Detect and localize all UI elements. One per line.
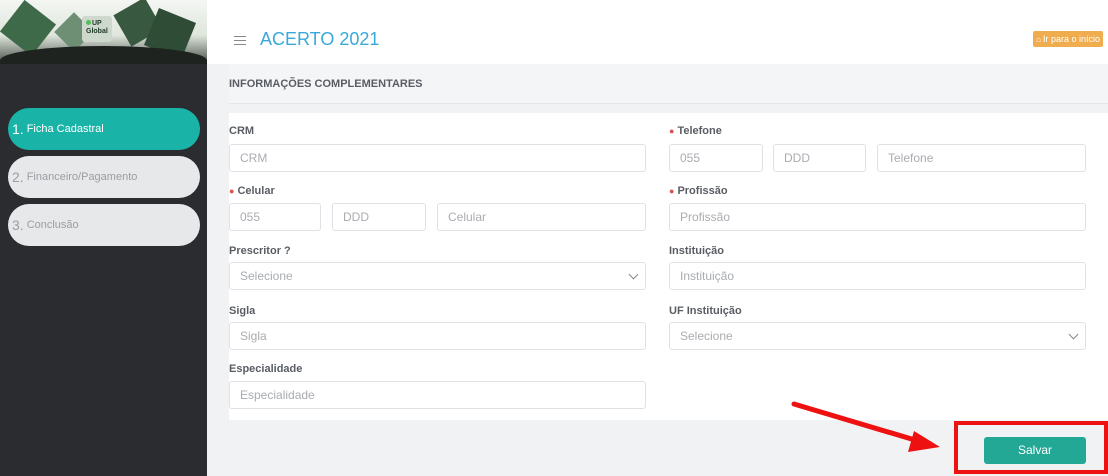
app-root: UP Global 1. Ficha Cadastral 2. Financeir… [0, 0, 1108, 476]
telefone-ddd-input[interactable]: DDD [773, 144, 866, 172]
menu-icon[interactable] [234, 36, 246, 45]
celular-label: ● Celular [229, 185, 275, 197]
step-label: Conclusão [26, 219, 79, 231]
chevron-down-icon [1068, 329, 1079, 340]
prescritor-label: Prescritor ? [229, 245, 291, 257]
step-label: Ficha Cadastral [26, 123, 104, 135]
instituicao-input[interactable]: Instituição [669, 262, 1086, 290]
prescritor-select[interactable]: Selecione [229, 262, 646, 290]
step-number: 1. [12, 121, 24, 137]
top-header: ACERTO 2021 ⌂ Ir para o início [207, 0, 1108, 64]
section-header: INFORMAÇÕES COMPLEMENTARES [229, 64, 1108, 104]
especialidade-label: Especialidade [229, 363, 303, 375]
brand-logo: UP Global [82, 16, 112, 42]
celular-ddd-input[interactable]: DDD [332, 203, 426, 231]
required-marker: ● [669, 186, 675, 196]
celular-label-text: Celular [237, 185, 275, 197]
wizard-steps: 1. Ficha Cadastral 2. Financeiro/Pagamen… [8, 108, 200, 252]
instituicao-label: Instituição [669, 245, 725, 257]
especialidade-input[interactable]: Especialidade [229, 381, 646, 409]
uf-instituicao-selected-value: Selecione [680, 329, 733, 343]
go-home-label: Ir para o início [1042, 34, 1100, 44]
highlight-annotation-box [954, 421, 1108, 474]
required-marker: ● [229, 186, 235, 196]
banner-image: UP Global [0, 0, 207, 64]
telefone-ddi-input[interactable]: 055 [669, 144, 763, 172]
profissao-label: ● Profissão [669, 185, 728, 197]
step-label: Financeiro/Pagamento [26, 171, 138, 183]
step-ficha-cadastral[interactable]: 1. Ficha Cadastral [8, 108, 200, 150]
go-home-button[interactable]: ⌂ Ir para o início [1033, 31, 1103, 47]
celular-ddi-input[interactable]: 055 [229, 203, 321, 231]
crm-label: CRM [229, 125, 255, 137]
uf-instituicao-select[interactable]: Selecione [669, 322, 1086, 350]
step-conclusao[interactable]: 3. Conclusão [8, 204, 200, 246]
profissao-input[interactable]: Profissão [669, 203, 1086, 231]
profissao-label-text: Profissão [677, 185, 728, 197]
section-title: INFORMAÇÕES COMPLEMENTARES [229, 78, 423, 90]
step-number: 3. [12, 217, 24, 233]
prescritor-selected-value: Selecione [240, 269, 293, 283]
celular-number-input[interactable]: Celular [437, 203, 646, 231]
step-financeiro-pagamento[interactable]: 2. Financeiro/Pagamento [8, 156, 200, 198]
telefone-number-input[interactable]: Telefone [877, 144, 1086, 172]
sigla-label: Sigla [229, 305, 256, 317]
telefone-label: ● Telefone [669, 125, 722, 137]
home-icon: ⌂ [1036, 35, 1041, 44]
uf-instituicao-label: UF Instituição [669, 305, 742, 317]
required-marker: ● [669, 126, 675, 136]
telefone-label-text: Telefone [677, 125, 722, 137]
page-title: ACERTO 2021 [260, 29, 380, 49]
crm-input[interactable]: CRM [229, 144, 646, 172]
chevron-down-icon [628, 269, 639, 280]
sigla-input[interactable]: Sigla [229, 322, 646, 350]
step-number: 2. [12, 169, 24, 185]
sidebar: UP Global 1. Ficha Cadastral 2. Financeir… [0, 0, 207, 476]
